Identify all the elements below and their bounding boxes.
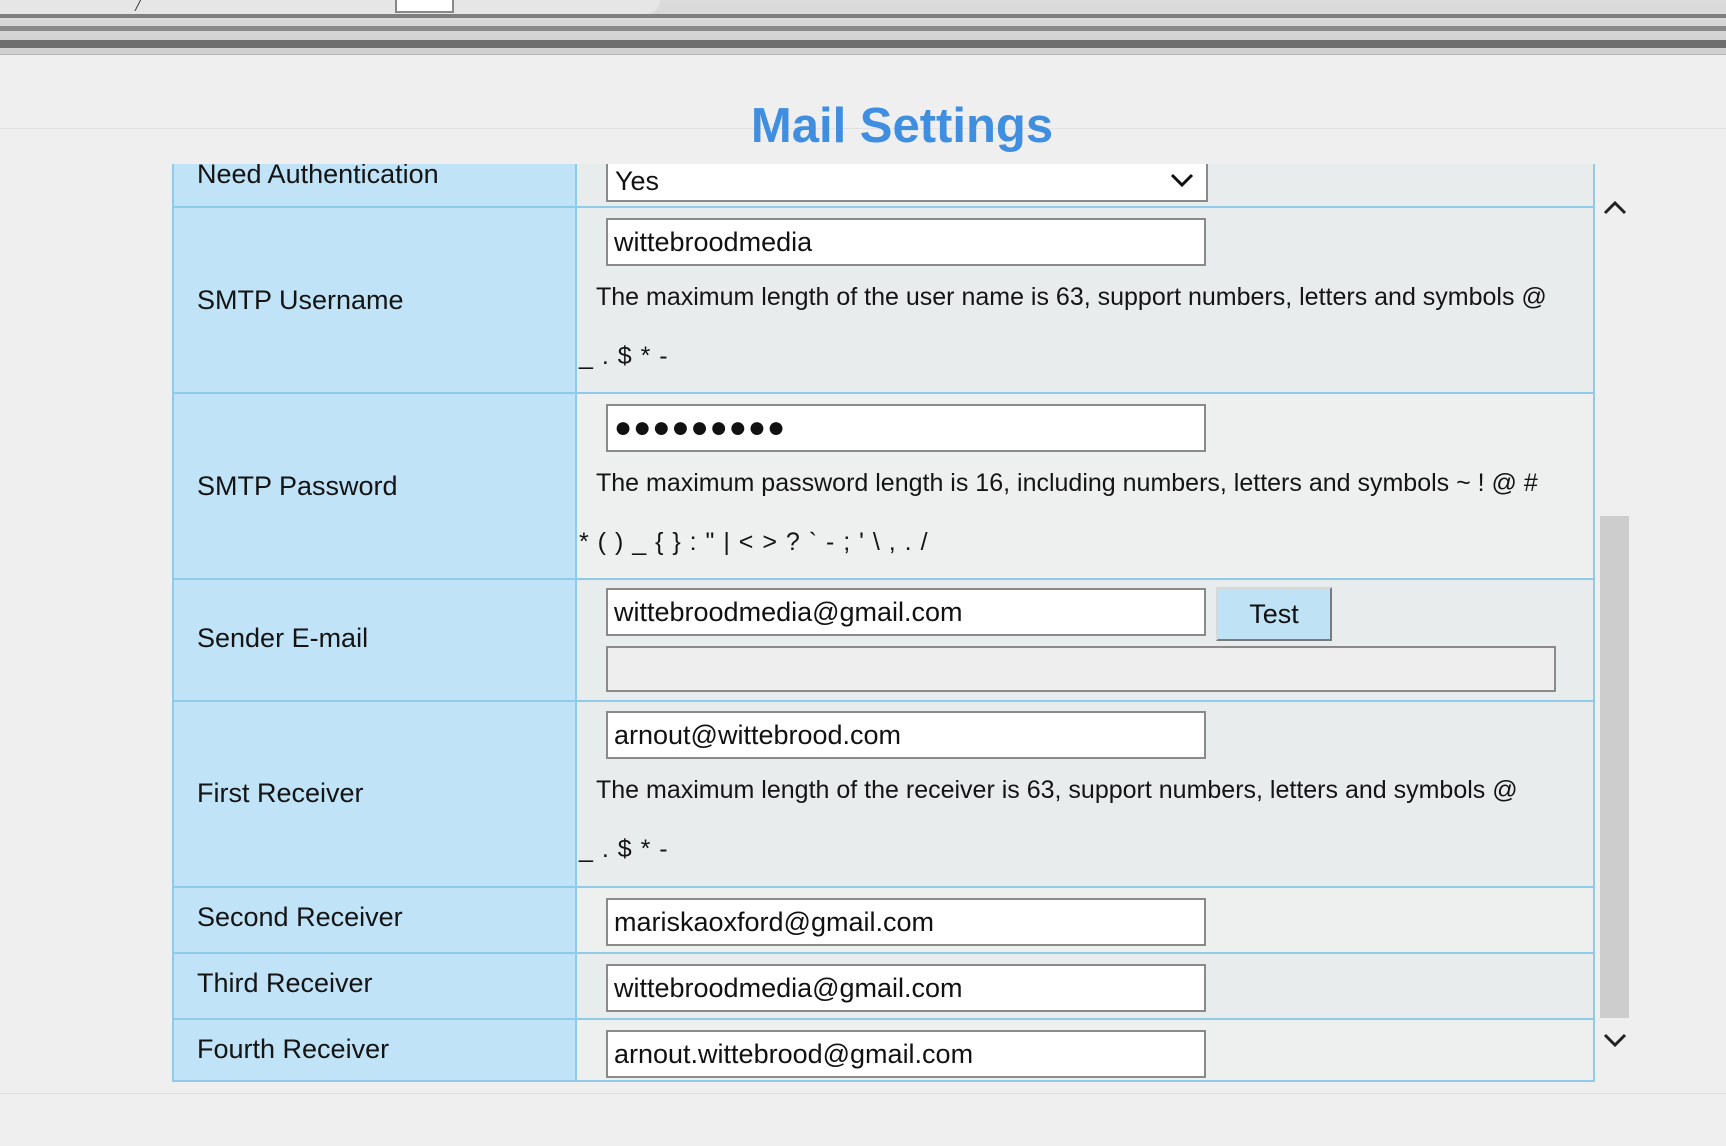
smtp-username-hint-symbols: _ . $ * - [579,342,669,370]
toolbar-divider [0,26,1726,31]
value-cell: wittebroodmedia@gmail.com [577,954,1595,1020]
toolbar-area [0,0,660,14]
value-cell: arnout@wittebrood.com The maximum length… [577,702,1595,888]
smtp-username-hint: The maximum length of the user name is 6… [596,283,1547,311]
fourth-receiver-label: Fourth Receiver [197,1034,390,1064]
smtp-username-input[interactable]: wittebroodmedia [606,218,1206,266]
value-cell: mariskaoxford@gmail.com [577,888,1595,954]
value-cell: ●●●●●●●●● The maximum password length is… [577,394,1595,580]
row-first-receiver: First Receiver arnout@wittebrood.com The… [172,702,1595,888]
value-cell: arnout.wittebrood@gmail.com [577,1020,1595,1082]
smtp-password-hint: The maximum password length is 16, inclu… [596,469,1538,497]
label-cell: Fourth Receiver [172,1020,577,1082]
browser-toolbar: ╱ [0,0,1726,55]
third-receiver-input[interactable]: wittebroodmedia@gmail.com [606,964,1206,1012]
need-authentication-label: Need Authentication [197,164,439,189]
first-receiver-hint-symbols: _ . $ * - [579,835,669,863]
row-second-receiver: Second Receiver mariskaoxford@gmail.com [172,888,1595,954]
form-scrollbar[interactable] [1597,164,1633,1082]
scrollbar-thumb[interactable] [1600,516,1629,1018]
chevron-down-icon [1170,173,1194,188]
need-authentication-selected: Yes [615,166,660,196]
value-cell: wittebroodmedia The maximum length of th… [577,208,1595,394]
label-cell: Sender E-mail [172,580,577,702]
toolbar-tab[interactable] [395,0,454,13]
sender-email-label: Sender E-mail [197,623,369,653]
smtp-password-label: SMTP Password [197,471,398,501]
first-receiver-label: First Receiver [197,778,364,808]
row-third-receiver: Third Receiver wittebroodmedia@gmail.com [172,954,1595,1020]
need-authentication-select[interactable]: Yes [606,164,1208,202]
bottom-divider [0,1093,1726,1094]
second-receiver-input[interactable]: mariskaoxford@gmail.com [606,898,1206,946]
label-cell: Second Receiver [172,888,577,954]
row-smtp-password: SMTP Password ●●●●●●●●● The maximum pass… [172,394,1595,580]
test-status-field [606,646,1556,692]
row-smtp-username: SMTP Username wittebroodmedia The maximu… [172,208,1595,394]
toolbar-divider [0,14,1726,18]
first-receiver-input[interactable]: arnout@wittebrood.com [606,711,1206,759]
label-cell: Need Authentication [172,164,577,208]
mail-settings-form: Need Authentication Yes SMTP Username wi… [172,164,1595,1082]
label-cell: First Receiver [172,702,577,888]
row-need-authentication: Need Authentication Yes [172,164,1595,208]
second-receiver-label: Second Receiver [197,902,403,932]
first-receiver-hint: The maximum length of the receiver is 63… [596,776,1518,804]
third-receiver-label: Third Receiver [197,968,373,998]
smtp-password-hint-symbols: * ( ) _ { } : " | < > ? ` - ; ' \ , . / [579,528,929,556]
smtp-username-label: SMTP Username [197,285,404,315]
tool-icon[interactable]: ╱ [135,0,157,10]
fourth-receiver-input[interactable]: arnout.wittebrood@gmail.com [606,1030,1206,1078]
sender-email-input[interactable]: wittebroodmedia@gmail.com [606,588,1206,636]
toolbar-divider [0,40,1726,48]
label-cell: Third Receiver [172,954,577,1020]
row-fourth-receiver: Fourth Receiver arnout.wittebrood@gmail.… [172,1020,1595,1082]
row-sender-email: Sender E-mail wittebroodmedia@gmail.com … [172,580,1595,702]
chevron-down-icon[interactable] [1601,1026,1629,1054]
label-cell: SMTP Username [172,208,577,394]
page-title: Mail Settings [750,99,1054,153]
smtp-password-input[interactable]: ●●●●●●●●● [606,404,1206,452]
test-button[interactable]: Test [1216,587,1332,641]
value-cell: Yes [577,164,1595,208]
value-cell: wittebroodmedia@gmail.com Test [577,580,1595,702]
chevron-up-icon[interactable] [1601,194,1629,222]
row-divider [172,1080,1595,1082]
label-cell: SMTP Password [172,394,577,580]
